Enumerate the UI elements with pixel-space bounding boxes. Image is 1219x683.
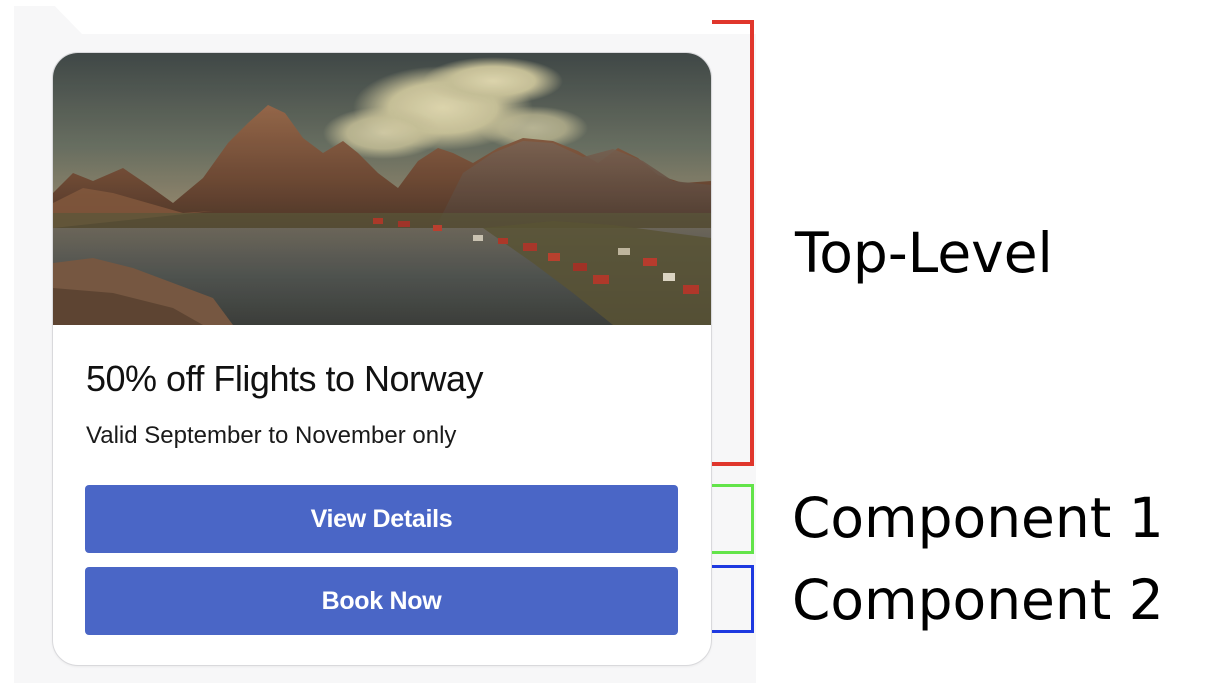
component-1-label: Component 1 bbox=[792, 486, 1164, 550]
view-details-button[interactable]: View Details bbox=[85, 485, 678, 553]
component-2-label: Component 2 bbox=[792, 568, 1164, 632]
top-level-label: Top-Level bbox=[795, 221, 1053, 285]
backdrop-corner bbox=[14, 6, 82, 34]
promo-card: 50% off Flights to Norway Valid Septembe… bbox=[52, 52, 712, 666]
card-title: 50% off Flights to Norway bbox=[86, 358, 484, 399]
book-now-button[interactable]: Book Now bbox=[85, 567, 678, 635]
component-1-bracket bbox=[712, 484, 754, 554]
component-2-bracket bbox=[712, 565, 754, 633]
top-level-bracket bbox=[712, 20, 754, 466]
card-subtitle: Valid September to November only bbox=[86, 422, 457, 449]
hero-image bbox=[53, 53, 711, 325]
diagram-stage: 50% off Flights to Norway Valid Septembe… bbox=[0, 0, 1219, 683]
